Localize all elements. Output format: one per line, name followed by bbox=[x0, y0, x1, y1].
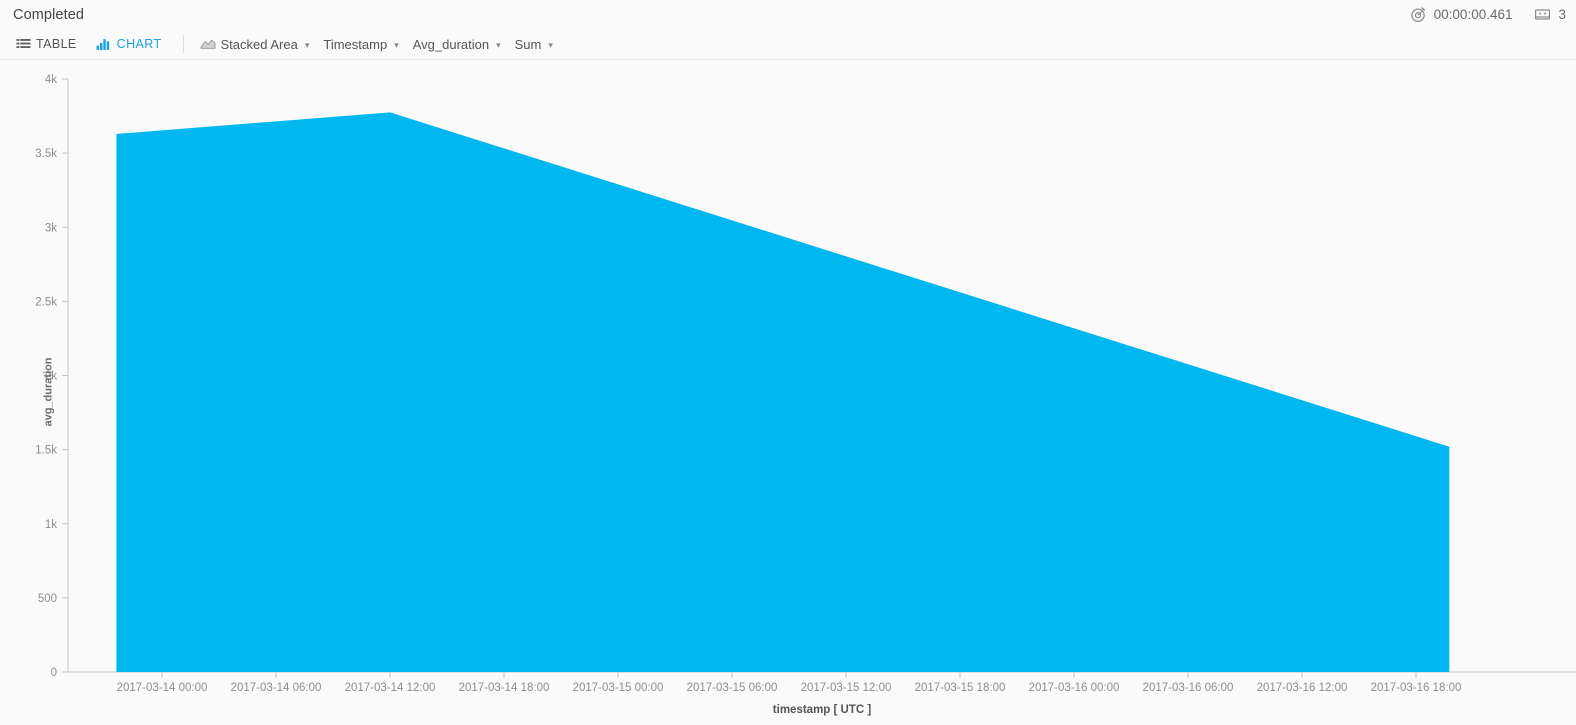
y-tick-label: 0 bbox=[51, 667, 57, 679]
chevron-down-icon: ▾ bbox=[304, 39, 310, 50]
tab-table[interactable]: TABLE bbox=[10, 32, 91, 57]
page-title: Completed bbox=[13, 6, 85, 23]
x-tick-label: 2017-03-14 12:00 bbox=[345, 682, 436, 694]
chart-toolbar: TABLE CHART Stacked Area ▾ Timestamp ▾ A… bbox=[0, 29, 1576, 60]
chart-panel: 0 500 1k 1.5k 2k 2.5k 3k 3.5k 4k 2017-03-14 00:0… bbox=[0, 60, 1576, 724]
x-tick-label: 2017-03-14 00:00 bbox=[117, 682, 208, 694]
chart-type-selector[interactable]: Stacked Area ▾ bbox=[195, 32, 319, 57]
area-chart[interactable]: 05001k1.5k2k2.5k3k3.5k4k 2017-03-14 00:0… bbox=[0, 60, 1576, 724]
toolbar-divider bbox=[182, 35, 184, 53]
header-stats: 00:00:00.461 3 bbox=[1410, 0, 1566, 29]
x-tick-label: 2017-03-14 06:00 bbox=[231, 682, 322, 694]
x-tick-label: 2017-03-15 06:00 bbox=[687, 682, 778, 694]
x-tick-label: 2017-03-15 18:00 bbox=[915, 682, 1006, 694]
record-count-stat: 3 bbox=[1534, 6, 1566, 23]
bar-chart-icon bbox=[96, 36, 112, 52]
y-tick-label: 4k bbox=[45, 74, 57, 86]
tab-chart-label: CHART bbox=[116, 36, 162, 51]
aggregation-selector[interactable]: Sum ▾ bbox=[510, 32, 562, 57]
y-tick-label: 1k bbox=[45, 519, 57, 531]
x-tick-label: 2017-03-15 00:00 bbox=[573, 682, 664, 694]
y-axis-label: Avg_duration bbox=[412, 36, 490, 52]
stopwatch-icon bbox=[1410, 6, 1427, 23]
x-axis-selector[interactable]: Timestamp ▾ bbox=[318, 32, 407, 57]
chevron-down-icon: ▾ bbox=[394, 39, 399, 50]
y-axis-title: avg_duration bbox=[42, 357, 55, 427]
x-tick-label: 2017-03-16 18:00 bbox=[1371, 682, 1462, 694]
execution-time-value: 00:00:00.461 bbox=[1433, 7, 1513, 22]
x-tick-label: 2017-03-16 00:00 bbox=[1029, 682, 1120, 694]
execution-time-stat: 00:00:00.461 bbox=[1410, 6, 1513, 23]
y-tick-label: 1.5k bbox=[35, 445, 57, 457]
chevron-down-icon: ▾ bbox=[548, 39, 553, 50]
x-axis-title: timestamp [ UTC ] bbox=[772, 704, 872, 716]
area-chart-icon bbox=[199, 36, 216, 52]
records-icon bbox=[1534, 6, 1551, 23]
y-tick-label: 500 bbox=[38, 593, 57, 605]
y-tick-label: 3.5k bbox=[35, 148, 57, 160]
tab-table-label: TABLE bbox=[36, 36, 77, 51]
record-count-value: 3 bbox=[1558, 7, 1566, 22]
table-grid-icon bbox=[15, 36, 31, 52]
y-tick-label: 3k bbox=[45, 222, 57, 234]
x-tick-label: 2017-03-16 12:00 bbox=[1257, 682, 1348, 694]
tab-chart[interactable]: CHART bbox=[91, 32, 176, 57]
chevron-down-icon: ▾ bbox=[496, 39, 501, 50]
x-tick-label: 2017-03-14 18:00 bbox=[459, 682, 550, 694]
x-tick-label: 2017-03-15 12:00 bbox=[801, 682, 892, 694]
aggregation-label: Sum bbox=[514, 36, 542, 52]
y-tick-label: 2.5k bbox=[35, 296, 57, 308]
chart-type-label: Stacked Area bbox=[220, 36, 298, 52]
status-header: Completed 00:00:00.461 3 bbox=[0, 0, 1576, 29]
x-tick-label: 2017-03-16 06:00 bbox=[1143, 682, 1234, 694]
y-axis-selector[interactable]: Avg_duration ▾ bbox=[408, 32, 510, 57]
x-axis-label: Timestamp bbox=[323, 36, 388, 52]
